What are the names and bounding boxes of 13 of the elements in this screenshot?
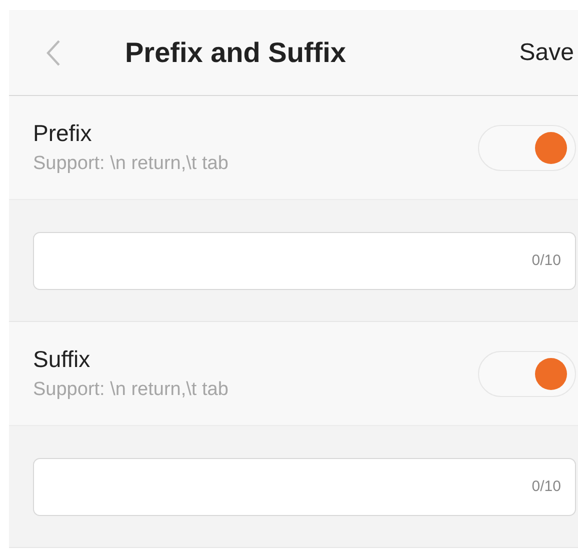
character-counter: 0/10 xyxy=(532,478,561,495)
input-field[interactable]: 0/10 xyxy=(33,232,576,290)
save-button[interactable]: Save xyxy=(519,38,578,66)
screen-title: Prefix and Suffix xyxy=(125,36,346,68)
setting-hint: Support: \n return,\t tab xyxy=(33,379,228,401)
back-icon[interactable] xyxy=(45,38,61,66)
input-field[interactable]: 0/10 xyxy=(33,458,576,516)
setting-label: Prefix xyxy=(33,120,93,147)
character-counter: 0/10 xyxy=(532,252,561,269)
toggle-switch[interactable] xyxy=(478,124,576,170)
setting-hint: Support: \n return,\t tab xyxy=(33,153,228,175)
setting-label: Suffix xyxy=(33,346,92,373)
toggle-switch[interactable] xyxy=(478,350,576,396)
